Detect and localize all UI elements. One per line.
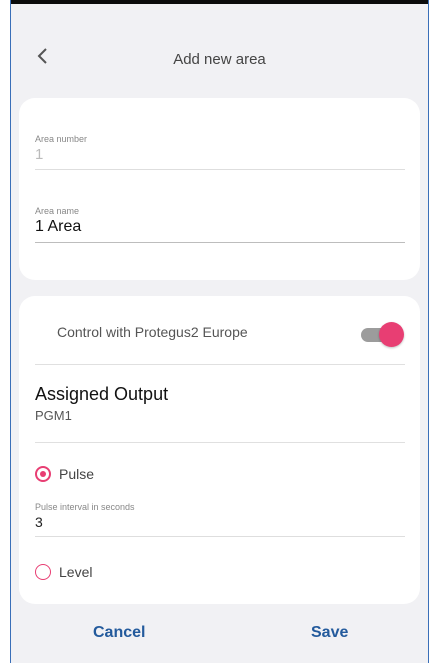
area-number-field[interactable]: Area number 1 [35, 134, 405, 170]
level-radio-option[interactable]: Level [35, 564, 92, 580]
pulse-interval-field[interactable]: Pulse interval in seconds 3 [35, 502, 405, 537]
area-name-field[interactable]: Area name 1 Area [35, 206, 405, 243]
area-info-card: Area number 1 Area name 1 Area [19, 98, 420, 280]
pulse-radio-label: Pulse [59, 466, 95, 482]
cancel-button[interactable]: Cancel [93, 624, 145, 642]
control-card: Control with Protegus2 Europe Assigned O… [19, 296, 420, 604]
pulse-radio-icon[interactable] [35, 466, 51, 482]
page-title: Add new area [173, 51, 266, 68]
radio-selected-dot [40, 471, 46, 477]
app-window: Add new area Area number 1 Area name 1 A… [10, 0, 429, 663]
area-name-label: Area name [35, 206, 80, 216]
area-name-input[interactable]: 1 Area [35, 218, 405, 243]
control-toggle-switch[interactable] [361, 322, 405, 347]
assigned-output-block[interactable]: Assigned Output PGM1 [35, 380, 405, 443]
area-number-value: 1 [35, 146, 405, 170]
assigned-output-value: PGM1 [35, 408, 72, 423]
level-radio-icon[interactable] [35, 564, 51, 580]
screen: Add new area Area number 1 Area name 1 A… [0, 0, 438, 663]
footer-actions: Cancel Save [11, 612, 428, 662]
pulse-interval-input[interactable]: 3 [35, 514, 405, 537]
control-toggle-label: Control with Protegus2 Europe [57, 324, 248, 340]
save-button[interactable]: Save [311, 624, 348, 642]
toggle-knob [379, 322, 404, 347]
area-number-label: Area number [35, 134, 88, 144]
pulse-radio-option[interactable]: Pulse [35, 466, 94, 482]
level-radio-label: Level [59, 564, 93, 580]
header: Add new area [11, 4, 428, 100]
control-toggle-row: Control with Protegus2 Europe [35, 316, 405, 365]
assigned-output-title: Assigned Output [35, 384, 169, 404]
pulse-interval-label: Pulse interval in seconds [35, 502, 135, 512]
